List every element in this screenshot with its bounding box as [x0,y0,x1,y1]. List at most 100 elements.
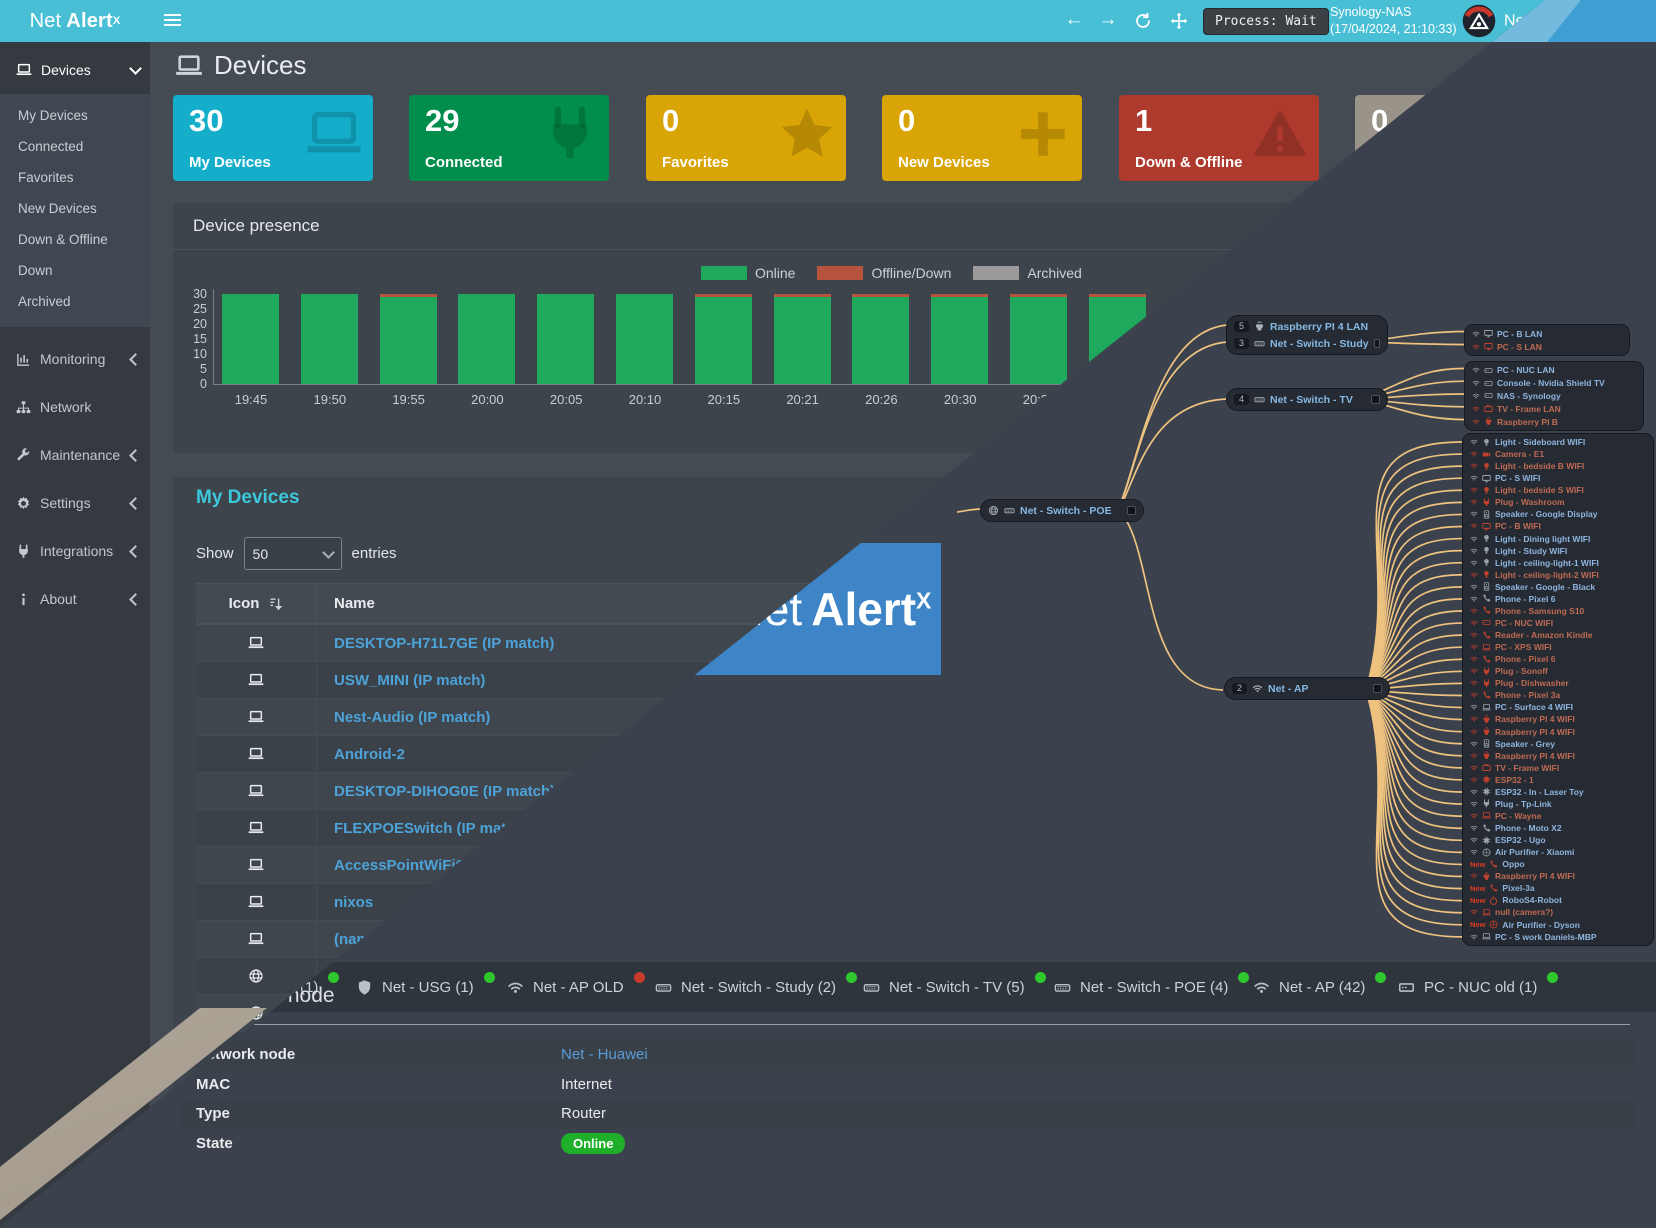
sidebar-subitem-my-devices[interactable]: My Devices [0,100,150,131]
sidebar-subitem-down-offline[interactable]: Down & Offline [0,224,150,255]
port-icon[interactable] [1374,339,1380,348]
leaf-device[interactable]: Raspberry PI 4 WIFI [1470,713,1646,725]
device-name-link[interactable]: USW_MINI (IP match) [317,672,485,689]
leaf-device[interactable]: Light - Sideboard WIFI [1470,436,1646,448]
leaf-device[interactable]: Raspberry PI 4 WIFI [1470,726,1646,738]
leaf-device[interactable]: NAS - Synology [1472,390,1636,403]
leaf-device[interactable]: ESP32 - In - Laser Toy [1470,786,1646,798]
sidebar-subitem-favorites[interactable]: Favorites [0,162,150,193]
tab-pc-nuc-old-1-[interactable]: PC - NUC old (1) [1398,962,1558,1012]
leaf-device[interactable]: null (camera?) [1470,906,1646,918]
leaf-device[interactable]: PC - Wayne [1470,810,1646,822]
leaf-device[interactable]: Light - ceiling-light-2 WIFI [1470,569,1646,581]
sidebar-item-network[interactable]: Network [0,391,150,423]
port-icon[interactable] [1127,506,1136,515]
leaf-device[interactable]: PC - XPS WIFI [1470,641,1646,653]
port-icon[interactable] [1373,684,1382,693]
leaf-device[interactable]: PC - S WIFI [1470,472,1646,484]
leaf-device[interactable]: PC - NUC LAN [1472,364,1636,377]
leaf-device[interactable]: TV - Frame LAN [1472,402,1636,415]
leaf-device[interactable]: Phone - Samsung S10 [1470,605,1646,617]
leaf-device[interactable]: Light - ceiling-light-1 WIFI [1470,557,1646,569]
leaf-device[interactable]: Phone - Moto X2 [1470,822,1646,834]
leaf-device[interactable]: NewPixel-3a [1470,882,1646,894]
device-name-link[interactable]: nixos [317,894,373,911]
nav-forward-icon[interactable]: → [1098,10,1118,30]
leaf-device[interactable]: Plug - Dishwasher [1470,677,1646,689]
leaf-device[interactable]: PC - NUC WIFI [1470,617,1646,629]
sidebar-item-about[interactable]: About [0,583,150,615]
leaf-device[interactable]: Light - Study WIFI [1470,545,1646,557]
info-box-connected[interactable]: 29Connected [409,95,609,181]
tab-net-switch-poe-4-[interactable]: Net - Switch - POE (4) [1054,962,1249,1012]
node-ap[interactable]: 2Net - AP [1225,678,1389,699]
sidebar-item-maintenance[interactable]: Maintenance [0,439,150,471]
info-box-my-devices[interactable]: 30My Devices [173,95,373,181]
y-tick-label: 20 [173,317,207,331]
leaf-device[interactable]: PC - S LAN [1472,340,1622,353]
node-raspberry-study[interactable]: 5Raspberry PI 4 LAN3Net - Switch - Study [1227,316,1387,354]
leaf-device[interactable]: Plug - Washroom [1470,496,1646,508]
leaf-device[interactable]: Raspberry PI 4 WIFI [1470,750,1646,762]
leaf-device[interactable]: Light - bedside S WIFI [1470,484,1646,496]
leaf-device[interactable]: PC - B WIFI [1470,520,1646,532]
device-name-link[interactable]: Android-2 [317,746,405,763]
leaf-device[interactable]: Speaker - Google - Black [1470,581,1646,593]
tab-net-usg-1-[interactable]: Net - USG (1) [356,962,495,1012]
leaf-device[interactable]: ESP32 - 1 [1470,774,1646,786]
info-box-new-devices[interactable]: 0New Devices [882,95,1082,181]
node-switch-poe[interactable]: Net - Switch - POE [981,500,1143,521]
page-size-select[interactable]: 50 [244,537,342,570]
leaf-device[interactable]: Light - Dining light WIFI [1470,533,1646,545]
leaf-device[interactable]: PC - Surface 4 WIFI [1470,701,1646,713]
device-name-link[interactable]: DESKTOP-H71L7GE (IP match) [317,635,554,652]
sidebar-subitem-new-devices[interactable]: New Devices [0,193,150,224]
sidebar-subitem-connected[interactable]: Connected [0,131,150,162]
leaf-device[interactable]: Raspberry PI B [1472,415,1636,428]
leaf-device[interactable]: Plug - Sonoff [1470,665,1646,677]
leaf-label: Speaker - Grey [1495,739,1555,749]
details-link[interactable]: Net - Huawei [561,1046,648,1063]
tab-net-switch-tv-5-[interactable]: Net - Switch - TV (5) [863,962,1046,1012]
sidebar-item-integrations[interactable]: Integrations [0,535,150,567]
nav-back-icon[interactable]: ← [1064,10,1084,30]
info-box-down-offline[interactable]: 1Down & Offline [1119,95,1319,181]
leaf-device[interactable]: Speaker - Google Display [1470,508,1646,520]
leaf-device[interactable]: ESP32 - Ugo [1470,834,1646,846]
leaf-device[interactable]: NewAir Purifier - Dyson [1470,919,1646,931]
tab-net-switch-study-2-[interactable]: Net - Switch - Study (2) [655,962,857,1012]
leaf-device[interactable]: Camera - E1 [1470,448,1646,460]
leaf-device[interactable]: Console - Nvidia Shield TV [1472,377,1636,390]
leaf-device[interactable]: PC - S work Daniels-MBP [1470,931,1646,943]
sidebar-item-monitoring[interactable]: Monitoring [0,343,150,375]
sidebar-item-settings[interactable]: Settings [0,487,150,519]
leaf-device[interactable]: Air Purifier - Xiaomi [1470,846,1646,858]
leaf-device[interactable]: Speaker - Grey [1470,738,1646,750]
leaf-device[interactable]: Raspberry PI 4 WIFI [1470,870,1646,882]
leaf-device[interactable]: PC - B LAN [1472,327,1622,340]
refresh-icon[interactable] [1134,12,1152,30]
leaf-device[interactable]: Plug - Tp-Link [1470,798,1646,810]
menu-toggle-icon[interactable] [164,14,181,29]
device-name-link[interactable]: DESKTOP-DIHOG0E (IP match) [317,783,555,800]
info-box-favorites[interactable]: 0Favorites [646,95,846,181]
leaf-device[interactable]: Light - bedside B WIFI [1470,460,1646,472]
move-icon[interactable] [1170,12,1188,30]
node-switch-tv[interactable]: 4Net - Switch - TV [1227,389,1387,410]
leaf-device[interactable]: Phone - Pixel 6 [1470,653,1646,665]
sidebar-subitem-down[interactable]: Down [0,255,150,286]
device-name-link[interactable]: Nest-Audio (IP match) [317,709,490,726]
leaf-device[interactable]: Phone - Pixel 3a [1470,689,1646,701]
leaf-device[interactable]: TV - Frame WIFI [1470,762,1646,774]
tab-net-ap-42-[interactable]: Net - AP (42) [1253,962,1386,1012]
port-icon[interactable] [1371,395,1380,404]
app-logo[interactable]: Net AlertX [0,0,150,42]
leaf-device[interactable]: NewRoboS4-Robot [1470,894,1646,906]
leaf-device[interactable]: NewOppo [1470,858,1646,870]
sidebar-item-devices[interactable]: Devices [0,54,150,86]
sidebar-subitem-archived[interactable]: Archived [0,286,150,317]
leaf-device[interactable]: Phone - Pixel 6 [1470,593,1646,605]
sort-icon[interactable] [268,596,283,611]
leaf-device[interactable]: Reader - Amazon Kindle [1470,629,1646,641]
tab-net-ap-old[interactable]: Net - AP OLD [507,962,645,1012]
